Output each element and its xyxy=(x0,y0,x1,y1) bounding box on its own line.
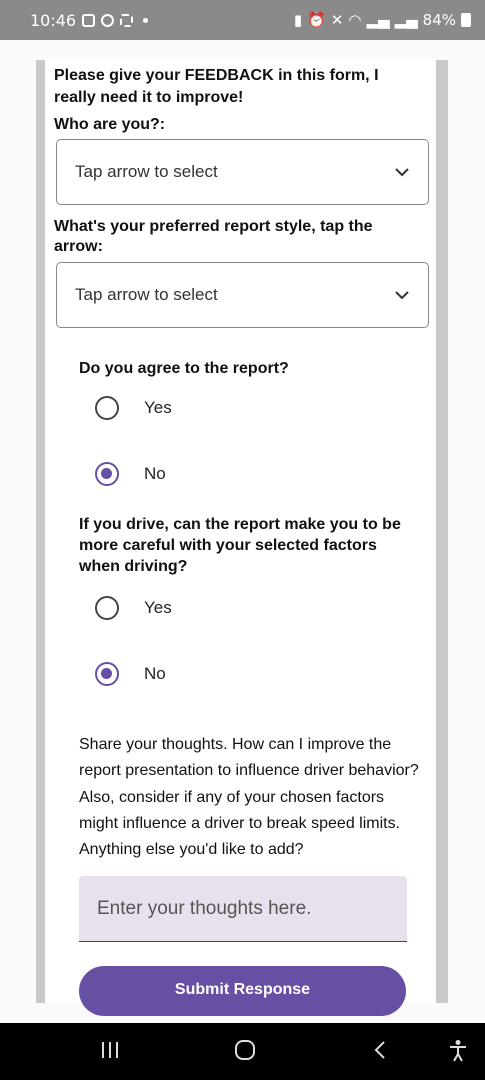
battery-level: 84% xyxy=(422,11,456,29)
share-thoughts-prompt: Share your thoughts. How can I improve t… xyxy=(79,736,419,859)
thoughts-input[interactable] xyxy=(97,897,389,920)
signal-icon: ▂▄ xyxy=(394,11,418,29)
status-time: 10:46 xyxy=(30,10,77,30)
who-label: Who are you?: xyxy=(54,116,166,133)
battery-icon xyxy=(461,13,471,27)
accessibility-icon[interactable] xyxy=(448,1039,468,1063)
agree-yes-label: Yes xyxy=(144,398,172,417)
alarm-icon: ⏰ xyxy=(307,11,326,29)
status-bar: 10:46 ▮ ⏰ ✕ ◠ ▂▄ ▂▄ 84% xyxy=(0,0,485,40)
radio-selected-icon[interactable] xyxy=(95,462,119,486)
thoughts-field[interactable] xyxy=(79,876,407,942)
home-icon[interactable] xyxy=(234,1039,256,1061)
chevron-down-icon xyxy=(395,168,409,177)
mute-icon: ✕ xyxy=(330,11,344,29)
notification-dot-icon xyxy=(143,17,149,23)
recent-apps-icon[interactable] xyxy=(100,1039,120,1061)
agree-yes-option[interactable]: Yes xyxy=(95,393,172,423)
agree-no-label: No xyxy=(144,464,166,483)
drive-no-option[interactable]: No xyxy=(95,659,166,689)
feedback-form: Please give your FEEDBACK in this form, … xyxy=(45,60,436,1016)
submit-label: Submit Response xyxy=(174,981,311,998)
style-select-value: Tap arrow to select xyxy=(75,285,218,304)
question-agree: Do you agree to the report? xyxy=(79,360,289,377)
style-label: What's your preferred report style, tap … xyxy=(54,218,373,255)
whatsapp-icon xyxy=(101,13,115,27)
scroll-rail-left xyxy=(36,60,45,1003)
who-select-value: Tap arrow to select xyxy=(75,162,218,181)
scroll-rail-right xyxy=(436,60,448,1003)
gallery-icon xyxy=(82,13,96,27)
radio-unselected-icon[interactable] xyxy=(95,396,119,420)
battery-saver-icon: ▮ xyxy=(293,11,303,29)
screenshot-icon xyxy=(120,13,134,27)
submit-button[interactable]: Submit Response xyxy=(79,966,406,1016)
radio-unselected-icon[interactable] xyxy=(95,596,119,620)
app-content: Please give your FEEDBACK in this form, … xyxy=(0,40,485,1023)
drive-no-label: No xyxy=(144,664,166,683)
signal-icon: ▂▄ xyxy=(366,11,390,29)
who-select[interactable]: Tap arrow to select xyxy=(56,139,429,205)
style-select[interactable]: Tap arrow to select xyxy=(56,262,429,328)
radio-selected-icon[interactable] xyxy=(95,662,119,686)
back-icon[interactable] xyxy=(372,1039,388,1061)
drive-yes-label: Yes xyxy=(144,598,172,617)
system-nav-bar xyxy=(0,1023,485,1080)
wifi-icon: ◠ xyxy=(348,11,362,29)
chevron-down-icon xyxy=(395,291,409,300)
drive-yes-option[interactable]: Yes xyxy=(95,593,172,623)
form-intro: Please give your FEEDBACK in this form, … xyxy=(54,67,379,106)
question-drive: If you drive, can the report make you to… xyxy=(79,516,401,575)
agree-no-option[interactable]: No xyxy=(95,459,166,489)
